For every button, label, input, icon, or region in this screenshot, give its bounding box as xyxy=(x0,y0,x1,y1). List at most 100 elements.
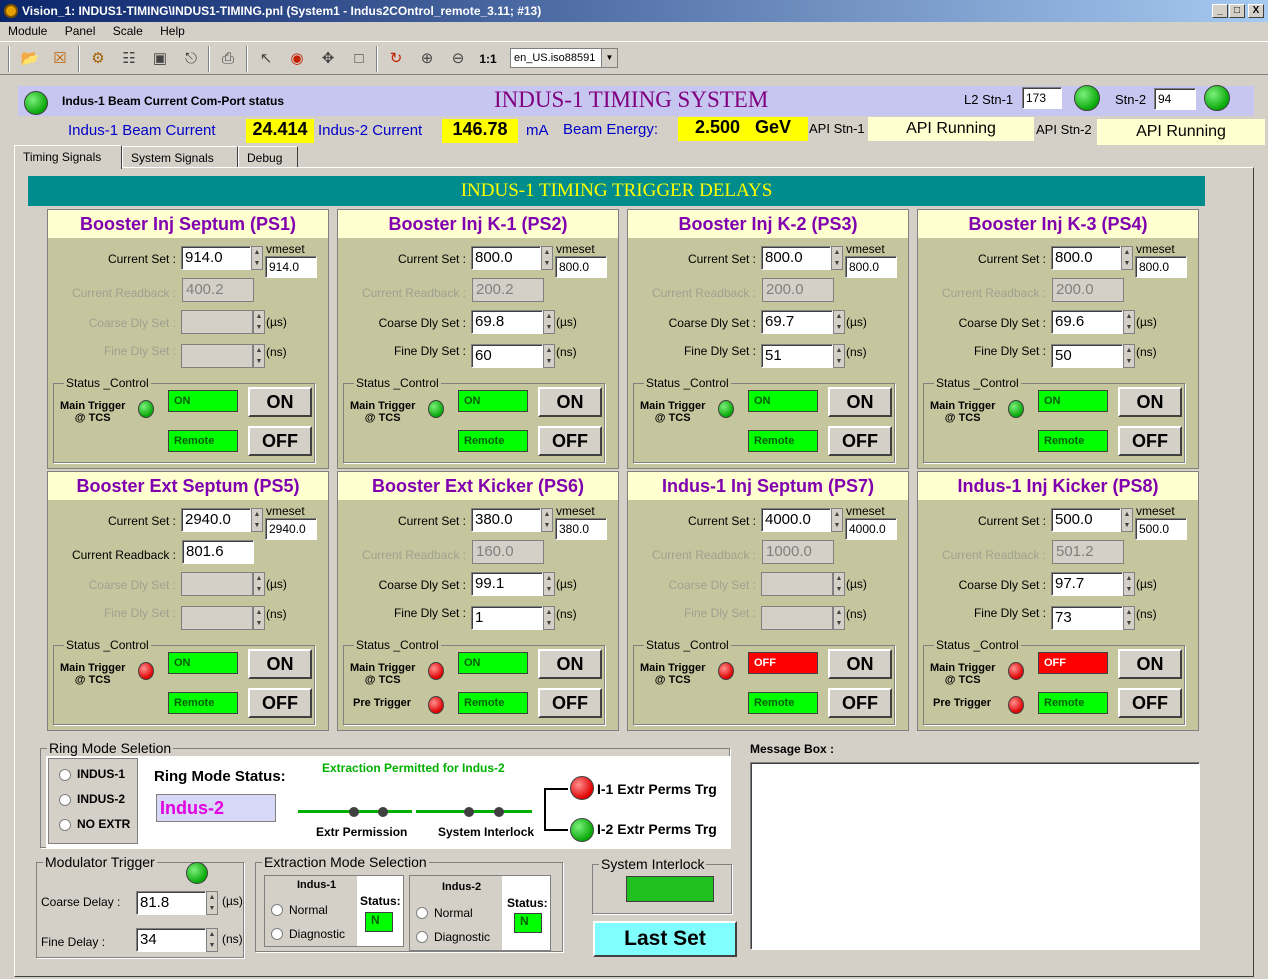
extr-permission-label: Extr Permission xyxy=(316,825,408,839)
main-trigger-led xyxy=(138,662,154,680)
ext-i1-diag-radio[interactable] xyxy=(271,928,283,940)
mode-indicator: Remote xyxy=(1038,692,1108,714)
ext-i2-normal-radio[interactable] xyxy=(416,907,428,919)
ext-i1-status: N xyxy=(365,912,393,932)
on-button[interactable]: ON xyxy=(828,649,892,679)
vmeset-field[interactable]: 800.0 xyxy=(555,256,607,278)
current-readback-field: 200.0 xyxy=(1052,278,1124,302)
fine-dly-label: Fine Dly Set : xyxy=(973,606,1046,620)
last-set-button[interactable]: Last Set xyxy=(593,921,737,957)
pan-icon[interactable]: ◉ xyxy=(285,48,309,70)
mode-indicator: Remote xyxy=(168,430,238,452)
ext-i1-normal-radio[interactable] xyxy=(271,904,283,916)
on-button[interactable]: ON xyxy=(1118,649,1182,679)
ext-i2-status: N xyxy=(514,913,542,933)
select-rect-icon[interactable]: □ xyxy=(347,48,371,70)
pointer-icon[interactable]: ↖ xyxy=(254,48,278,70)
current-set-label: Current Set : xyxy=(687,252,756,266)
off-button[interactable]: OFF xyxy=(828,688,892,718)
radio-no-extr[interactable] xyxy=(59,819,71,831)
tree-icon[interactable]: ☷ xyxy=(117,48,141,70)
on-button[interactable]: ON xyxy=(538,387,602,417)
off-button[interactable]: OFF xyxy=(248,426,312,456)
tab-debug[interactable]: Debug xyxy=(238,146,298,168)
refresh-icon[interactable]: ↻ xyxy=(384,48,408,70)
on-button[interactable]: ON xyxy=(248,387,312,417)
l2-stn1-field[interactable]: 173 xyxy=(1022,87,1062,109)
api-stn1-status: API Running xyxy=(868,117,1034,141)
print-icon[interactable]: ⎙ xyxy=(216,48,240,70)
card-title: Booster Ext Septum (PS5) xyxy=(48,472,328,500)
off-button[interactable]: OFF xyxy=(1118,688,1182,718)
menu-panel[interactable]: Panel xyxy=(65,24,96,38)
message-box[interactable] xyxy=(750,762,1200,950)
off-button[interactable]: OFF xyxy=(538,426,602,456)
vmeset-field[interactable]: 500.0 xyxy=(1135,518,1187,540)
move-icon[interactable]: ✥ xyxy=(316,48,340,70)
tab-timing-signals[interactable]: Timing Signals xyxy=(14,145,122,169)
mode-indicator: Remote xyxy=(458,692,528,714)
vmeset-field[interactable]: 2940.0 xyxy=(265,518,317,540)
on-button[interactable]: ON xyxy=(538,649,602,679)
modulator-legend: Modulator Trigger xyxy=(43,854,157,870)
main-trigger-label: Main Trigger @ TCS xyxy=(930,400,996,424)
card-title: Booster Ext Kicker (PS6) xyxy=(338,472,618,500)
module-icon[interactable]: ▣ xyxy=(148,48,172,70)
fine-dly-label: Fine Dly Set : xyxy=(393,606,466,620)
vmeset-field[interactable]: 800.0 xyxy=(845,256,897,278)
stn2-field[interactable]: 94 xyxy=(1154,88,1196,110)
off-button[interactable]: OFF xyxy=(1118,426,1182,456)
main-trigger-led xyxy=(138,400,154,418)
off-button[interactable]: OFF xyxy=(538,688,602,718)
header-bar: Indus-1 Beam Current Com-Port status IND… xyxy=(18,85,1254,116)
vmeset-field[interactable]: 4000.0 xyxy=(845,518,897,540)
radio-indus2-label: INDUS-2 xyxy=(77,792,126,806)
zoom-in-icon[interactable]: ⊕ xyxy=(415,48,439,70)
minimize-button[interactable]: _ xyxy=(1212,4,1228,18)
radio-indus2[interactable] xyxy=(59,794,71,806)
coarse-unit: (µs) xyxy=(846,315,867,329)
vmeset-field[interactable]: 914.0 xyxy=(265,256,317,278)
main-trigger-led xyxy=(718,662,734,680)
tab-system-signals[interactable]: System Signals xyxy=(122,146,238,168)
on-button[interactable]: ON xyxy=(1118,387,1182,417)
gear-icon[interactable]: ⚙ xyxy=(86,48,110,70)
status-control-legend: Status _Control xyxy=(644,376,731,390)
locale-select[interactable]: en_US.iso88591 ▼ xyxy=(510,48,618,68)
hierarchy-icon[interactable]: ⎋ xyxy=(179,48,203,70)
menu-module[interactable]: Module xyxy=(8,24,47,38)
vmeset-field[interactable]: 800.0 xyxy=(1135,256,1187,278)
fine-dly-label: Fine Dly Set : xyxy=(103,344,176,358)
main-trigger-label: Main Trigger @ TCS xyxy=(640,662,706,686)
off-button[interactable]: OFF xyxy=(828,426,892,456)
menu-help[interactable]: Help xyxy=(160,24,185,38)
open-folder-icon[interactable]: 📂 xyxy=(18,48,42,70)
current-set-label: Current Set : xyxy=(397,252,466,266)
status-indicator: OFF xyxy=(748,652,818,674)
close-panel-icon[interactable]: ☒ xyxy=(48,48,72,70)
fine-dly-label: Fine Dly Set : xyxy=(103,606,176,620)
card-title: Booster Inj Septum (PS1) xyxy=(48,210,328,238)
zoom-1to1-button[interactable]: 1:1 xyxy=(476,48,500,70)
coarse-dly-label: Coarse Dly Set : xyxy=(958,578,1046,592)
maximize-button[interactable]: □ xyxy=(1229,4,1245,18)
vmeset-label: vmeset xyxy=(846,504,885,518)
status-control-legend: Status _Control xyxy=(644,638,731,652)
api-stn2-status: API Running xyxy=(1097,119,1265,145)
zoom-out-icon[interactable]: ⊖ xyxy=(446,48,470,70)
on-button[interactable]: ON xyxy=(828,387,892,417)
stn1-led xyxy=(1074,85,1100,111)
coarse-dly-label: Coarse Dly Set : xyxy=(668,578,756,592)
sys-interlock-line xyxy=(416,810,532,813)
close-button[interactable]: X xyxy=(1248,4,1264,18)
radio-indus1[interactable] xyxy=(59,769,71,781)
coarse-dly-label: Coarse Dly Set : xyxy=(668,316,756,330)
vmeset-field[interactable]: 380.0 xyxy=(555,518,607,540)
ext-i2-diag-radio[interactable] xyxy=(416,931,428,943)
on-button[interactable]: ON xyxy=(248,649,312,679)
menu-scale[interactable]: Scale xyxy=(113,24,143,38)
pre-trigger-led xyxy=(1008,696,1024,714)
status-control-legend: Status _Control xyxy=(934,638,1021,652)
ext-i1-title: Indus-1 xyxy=(297,879,337,891)
off-button[interactable]: OFF xyxy=(248,688,312,718)
